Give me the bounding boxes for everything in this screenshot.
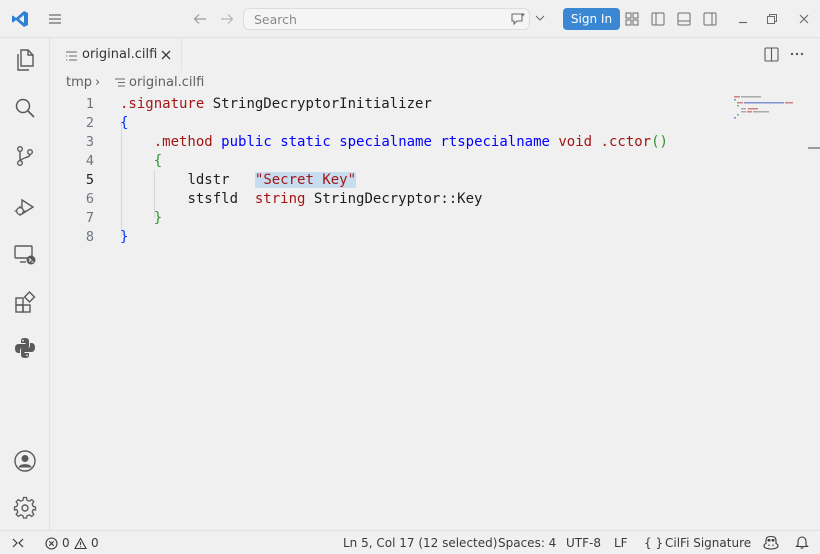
line-number: 4 (85, 153, 94, 169)
toggle-panel-icon[interactable] (675, 10, 693, 28)
code-line: 2 { (50, 114, 740, 133)
line-content: } (120, 209, 162, 228)
line-number: 3 (85, 134, 94, 150)
code-line-active: 5 ldstr "Secret Key" (50, 171, 740, 190)
line-number: 5 (85, 172, 94, 188)
warning-icon[interactable] (74, 537, 87, 550)
close-window-icon[interactable] (796, 11, 812, 27)
breadcrumb-separator: › (95, 75, 101, 90)
error-count[interactable]: 0 (62, 536, 70, 550)
code-line: 3 .method public static specialname rtsp… (50, 133, 740, 152)
breadcrumb-file[interactable]: original.cilfi (129, 75, 204, 90)
string-literal-selected: "Secret Key" (254, 172, 357, 188)
breadcrumb-folder[interactable]: tmp (66, 75, 92, 90)
explorer-icon[interactable] (11, 46, 39, 74)
line-content: ldstr "Secret Key" (120, 171, 357, 190)
vscode-logo-icon (10, 9, 30, 29)
run-debug-icon[interactable] (11, 193, 39, 221)
split-editor-icon[interactable] (764, 47, 779, 62)
line-number: 7 (85, 210, 94, 226)
code-line: 6 stsfld string StringDecryptor::Key (50, 190, 740, 209)
line-number: 1 (85, 96, 94, 112)
source-control-icon[interactable] (11, 142, 39, 170)
keyword-token: rtspecialname (440, 134, 550, 150)
code-line: 4 { (50, 152, 740, 171)
remote-explorer-icon[interactable] (11, 240, 39, 268)
extensions-icon[interactable] (11, 289, 39, 317)
editor-tab-bar: original.cilfi (50, 38, 820, 71)
opcode-token: stsfld (187, 191, 239, 207)
type-token: void (558, 134, 593, 150)
restore-icon[interactable] (764, 11, 780, 27)
search-icon[interactable] (11, 94, 39, 122)
brace-token: { (120, 115, 129, 131)
chevron-down-icon (535, 14, 545, 22)
type-token: string (254, 191, 306, 207)
keyword-token: specialname (339, 134, 432, 150)
tab-label: original.cilfi (82, 47, 158, 62)
brace-token: } (120, 229, 129, 245)
code-line: 8 } (50, 228, 740, 247)
status-bar: 0 0 Ln 5, Col 17 (12 selected) Spaces: 4… (0, 530, 820, 554)
chat-sparkle-icon (510, 11, 526, 27)
minimize-icon[interactable] (735, 11, 751, 27)
cursor-position[interactable]: Ln 5, Col 17 (12 selected) (343, 536, 497, 550)
menu-icon[interactable] (46, 11, 64, 27)
scrollbar-cursor-marker (808, 147, 820, 149)
search-placeholder: Search (254, 12, 297, 27)
line-number: 6 (85, 191, 94, 207)
more-actions-icon[interactable] (790, 52, 804, 56)
opcode-token: ldstr (187, 172, 230, 188)
chat-button[interactable] (505, 8, 552, 30)
search-input[interactable]: Search (243, 8, 530, 30)
title-bar: Search Sign In (0, 0, 820, 38)
close-tab-icon[interactable] (160, 49, 172, 61)
toggle-primary-sidebar-icon[interactable] (649, 10, 667, 28)
notifications-bell-icon[interactable] (795, 535, 809, 550)
remote-indicator-icon[interactable] (11, 536, 25, 550)
indentation[interactable]: Spaces: 4 (498, 536, 556, 550)
code-line: 1 .signature StringDecryptorInitializer (50, 95, 740, 114)
line-number: 8 (85, 229, 94, 245)
line-content: .method public static specialname rtspec… (120, 133, 668, 152)
breadcrumb: tmp › original.cilfi (50, 71, 820, 95)
accounts-icon[interactable] (11, 447, 39, 475)
code-editor[interactable]: 1 .signature StringDecryptorInitializer … (50, 95, 820, 530)
line-content: stsfld string StringDecryptor::Key (120, 190, 482, 209)
warning-count[interactable]: 0 (91, 536, 99, 550)
brace-token: { (153, 153, 163, 169)
error-icon[interactable] (45, 537, 58, 550)
sign-in-button[interactable]: Sign In (563, 8, 620, 30)
keyword-token: static (280, 134, 331, 150)
brace-token: } (153, 210, 163, 226)
forward-arrow-icon[interactable] (218, 11, 236, 27)
line-content: .signature StringDecryptorInitializer (120, 95, 432, 114)
field-token: StringDecryptor::Key (313, 191, 483, 207)
language-braces-icon[interactable]: { } (644, 536, 663, 550)
file-lines-icon (66, 51, 77, 61)
minimap[interactable] (734, 95, 804, 135)
python-icon[interactable] (11, 334, 39, 362)
line-number: 2 (85, 115, 94, 131)
encoding[interactable]: UTF-8 (566, 536, 601, 550)
end-of-line[interactable]: LF (614, 536, 628, 550)
toggle-secondary-sidebar-icon[interactable] (701, 10, 719, 28)
code-line: 7 } (50, 209, 740, 228)
identifier-token: StringDecryptorInitializer (204, 96, 432, 112)
line-content: { (120, 152, 162, 171)
directive-token: .signature (120, 96, 205, 112)
paren-token: () (651, 134, 668, 150)
customize-layout-icon[interactable] (623, 10, 641, 28)
back-arrow-icon[interactable] (191, 11, 209, 27)
copilot-icon[interactable] (763, 535, 779, 550)
settings-gear-icon[interactable] (11, 494, 39, 522)
keyword-token: public (221, 134, 272, 150)
directive-token: .method (153, 134, 213, 150)
tab-original-cilfi[interactable]: original.cilfi (50, 38, 182, 71)
language-mode[interactable]: CilFi Signature (665, 536, 751, 550)
method-name-token: .cctor (600, 134, 652, 150)
file-lines-icon (115, 78, 125, 87)
activity-bar (0, 38, 50, 530)
